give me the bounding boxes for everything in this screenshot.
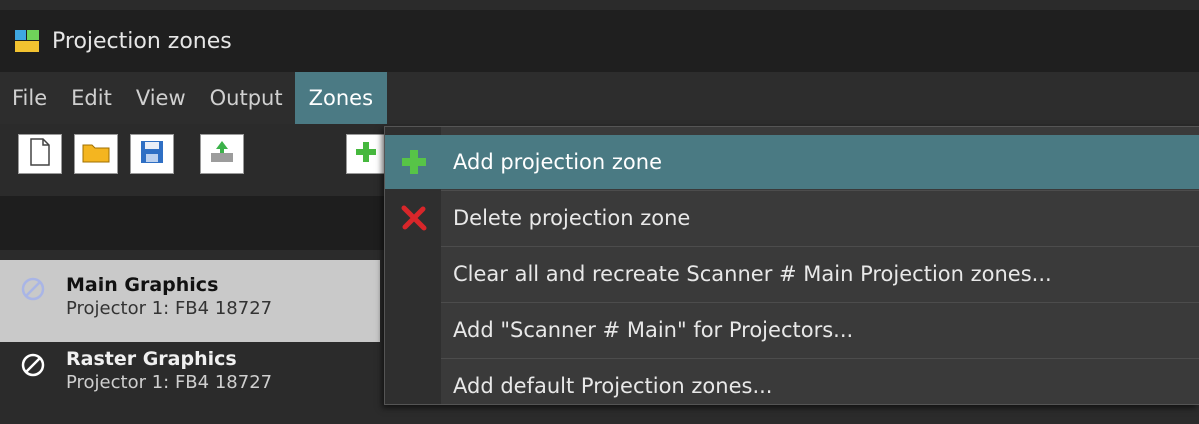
zone-subtitle: Projector 1: FB4 18727	[66, 372, 273, 393]
menu-file[interactable]: File	[0, 72, 59, 124]
title-bar: Projection zones	[0, 10, 1199, 72]
projector-icon	[208, 139, 236, 169]
menu-edit[interactable]: Edit	[59, 72, 124, 124]
green-plus-icon	[399, 147, 429, 177]
disabled-circle-icon	[20, 352, 46, 378]
menu-item-add-projection-zone[interactable]: Add projection zone	[385, 135, 1199, 189]
open-button[interactable]	[74, 134, 118, 174]
window-title: Projection zones	[52, 28, 232, 54]
zone-title: Raster Graphics	[66, 348, 237, 370]
open-folder-icon	[81, 140, 111, 168]
menu-view[interactable]: View	[124, 72, 198, 124]
list-item[interactable]: Main Graphics Projector 1: FB4 18727	[0, 260, 380, 342]
menu-item-label: Add default Projection zones...	[453, 374, 773, 398]
disabled-circle-icon	[20, 276, 46, 302]
new-file-icon	[28, 137, 52, 171]
menu-item-label: Clear all and recreate Scanner # Main Pr…	[453, 262, 1052, 286]
list-item[interactable]: Raster Graphics Projector 1: FB4 18727	[0, 342, 380, 424]
menu-output[interactable]: Output	[198, 72, 295, 124]
save-button[interactable]	[130, 134, 174, 174]
add-icon	[354, 140, 378, 168]
menu-item-label: Add "Scanner # Main" for Projectors...	[453, 318, 854, 342]
zones-list: Main Graphics Projector 1: FB4 18727 Ras…	[0, 260, 390, 405]
menu-item-label: Delete projection zone	[453, 206, 691, 230]
zone-title: Main Graphics	[66, 274, 219, 296]
menu-bar: File Edit View Output Zones	[0, 72, 1199, 124]
menu-item-add-scanner-main[interactable]: Add "Scanner # Main" for Projectors...	[385, 303, 1199, 357]
filter-bar	[0, 196, 390, 250]
menu-item-delete-projection-zone[interactable]: Delete projection zone	[385, 191, 1199, 245]
zone-subtitle: Projector 1: FB4 18727	[66, 298, 273, 319]
app-icon	[14, 28, 40, 54]
menu-zones[interactable]: Zones	[294, 72, 388, 124]
menu-item-label: Add projection zone	[453, 150, 662, 174]
red-x-icon	[399, 203, 429, 233]
save-icon	[139, 139, 165, 169]
add-button[interactable]	[346, 134, 386, 174]
projector-button[interactable]	[200, 134, 244, 174]
zones-dropdown-menu: Add projection zone Delete projection zo…	[384, 126, 1199, 405]
menu-item-clear-and-recreate[interactable]: Clear all and recreate Scanner # Main Pr…	[385, 247, 1199, 301]
new-file-button[interactable]	[18, 134, 62, 174]
